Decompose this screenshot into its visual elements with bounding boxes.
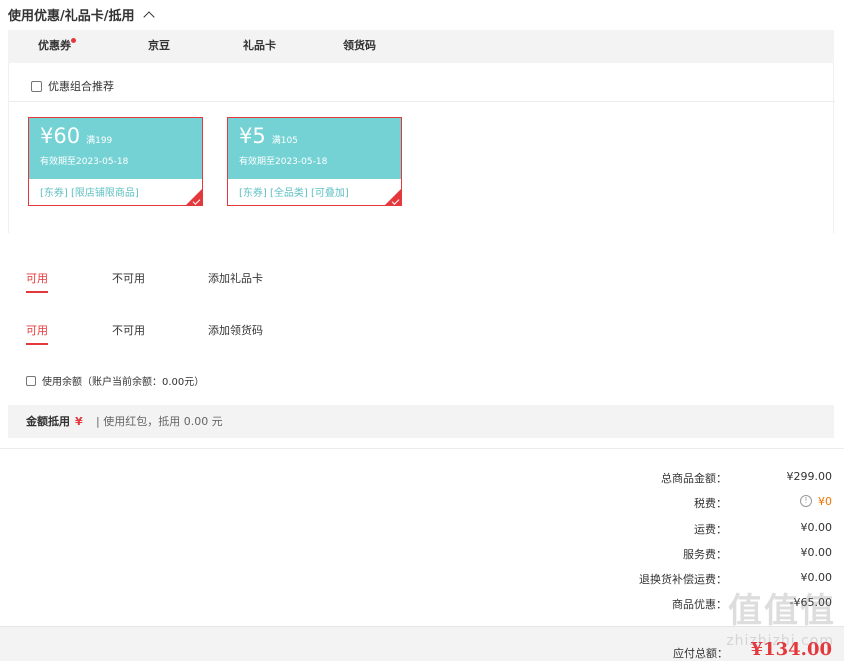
use-balance-label: 使用余额（账户当前余额：0.00元） <box>42 377 205 388</box>
section-title-text: 使用优惠/礼品卡/抵用 <box>8 9 135 24</box>
coupon-amount-value: ¥5 <box>239 124 266 148</box>
coupon-card[interactable]: ¥60 满199 有效期至2023-05-18 [东券] [限店铺限商品] <box>28 117 203 206</box>
summary-key: 退换货补偿运费： <box>639 573 727 586</box>
coupon-condition: 满199 <box>86 136 113 146</box>
coupon-tags: [东券] [限店铺限商品] <box>40 188 139 199</box>
add-gift-card-link[interactable]: 添加礼品卡 <box>208 271 263 293</box>
coupon-amount-value: ¥60 <box>40 124 81 148</box>
deduct-yen: ¥ <box>75 415 83 428</box>
divider <box>0 448 844 449</box>
notification-dot-icon <box>71 38 76 43</box>
coupon-card-header: ¥5 满105 有效期至2023-05-18 <box>228 118 401 179</box>
subtab-available[interactable]: 可用 <box>26 271 48 293</box>
use-balance-checkbox[interactable] <box>26 375 36 386</box>
coupon-card[interactable]: ¥5 满105 有效期至2023-05-18 [东券] [全品类] [可叠加] <box>227 117 402 206</box>
summary-row-shipping: 运费： ¥0.00 <box>532 521 832 537</box>
coupon-amount: ¥60 满199 <box>40 124 112 148</box>
add-redeem-code-link[interactable]: 添加领货码 <box>208 323 263 345</box>
summary-key: 服务费： <box>683 548 727 561</box>
tab-redeem-code[interactable]: 领货码 <box>343 30 376 63</box>
subtab-unavailable[interactable]: 不可用 <box>112 323 145 345</box>
discount-tabs: 优惠券 京豆 礼品卡 领货码 <box>8 30 834 63</box>
summary-key: 总商品金额： <box>661 472 727 485</box>
tab-coupons-label: 优惠券 <box>38 39 71 52</box>
deduct-label-text: 金额抵用 <box>26 415 70 428</box>
coupon-panel: 优惠组合推荐 ¥60 满199 有效期至2023-05-18 [东券] [限店铺限… <box>8 63 835 233</box>
total-key: 应付总额： <box>673 647 728 660</box>
subtab-unavailable[interactable]: 不可用 <box>112 271 145 293</box>
redeem-code-subtabs: 可用 不可用 添加领货码 <box>26 323 426 345</box>
summary-key: 运费： <box>694 523 727 536</box>
coupon-section-title[interactable]: 使用优惠/礼品卡/抵用 <box>8 5 155 24</box>
tab-gift-card[interactable]: 礼品卡 <box>243 30 276 63</box>
combo-recommend-row[interactable]: 优惠组合推荐 <box>31 78 114 94</box>
summary-row-tax: 税费： ! ¥0 <box>532 495 832 511</box>
info-icon[interactable]: ! <box>800 495 812 507</box>
subtab-available[interactable]: 可用 <box>26 323 48 345</box>
coupon-card-header: ¥60 满199 有效期至2023-05-18 <box>29 118 202 179</box>
gift-card-subtabs: 可用 不可用 添加礼品卡 <box>26 271 426 293</box>
summary-key: 税费： <box>694 497 727 510</box>
combo-recommend-label: 优惠组合推荐 <box>48 80 114 93</box>
tab-jingdou[interactable]: 京豆 <box>148 30 170 63</box>
coupon-condition: 满105 <box>271 136 298 146</box>
deduct-bar: 金额抵用 ¥ | 使用红包，抵用 0.00 元 <box>8 405 834 438</box>
summary-value: ¥299.00 <box>786 470 833 483</box>
deduct-label: 金额抵用 ¥ <box>26 405 83 438</box>
red-packet-text: | 使用红包，抵用 0.00 元 <box>96 415 223 428</box>
combo-recommend-checkbox[interactable] <box>31 80 42 92</box>
divider <box>9 101 835 102</box>
use-balance-row[interactable]: 使用余额（账户当前余额：0.00元） <box>26 373 204 388</box>
coupon-validity: 有效期至2023-05-18 <box>40 157 129 167</box>
watermark-url: zhizhizhi.com <box>726 633 834 649</box>
coupon-amount: ¥5 满105 <box>239 124 298 148</box>
coupon-tags: [东券] [全品类] [可叠加] <box>239 188 349 199</box>
coupon-validity: 有效期至2023-05-18 <box>239 157 328 167</box>
watermark: 值值值 <box>728 591 836 631</box>
summary-value: ¥0 <box>818 495 832 508</box>
summary-key: 商品优惠： <box>672 598 727 611</box>
summary-row-goods-total: 总商品金额： ¥299.00 <box>532 470 832 486</box>
summary-value: ¥0.00 <box>800 521 833 534</box>
total-bar: 应付总额： ¥134.00 <box>0 626 844 661</box>
tab-coupons[interactable]: 优惠券 <box>38 30 76 63</box>
chevron-up-icon[interactable] <box>142 10 155 23</box>
summary-row-service: 服务费： ¥0.00 <box>532 546 832 562</box>
summary-value: ¥0.00 <box>800 546 833 559</box>
